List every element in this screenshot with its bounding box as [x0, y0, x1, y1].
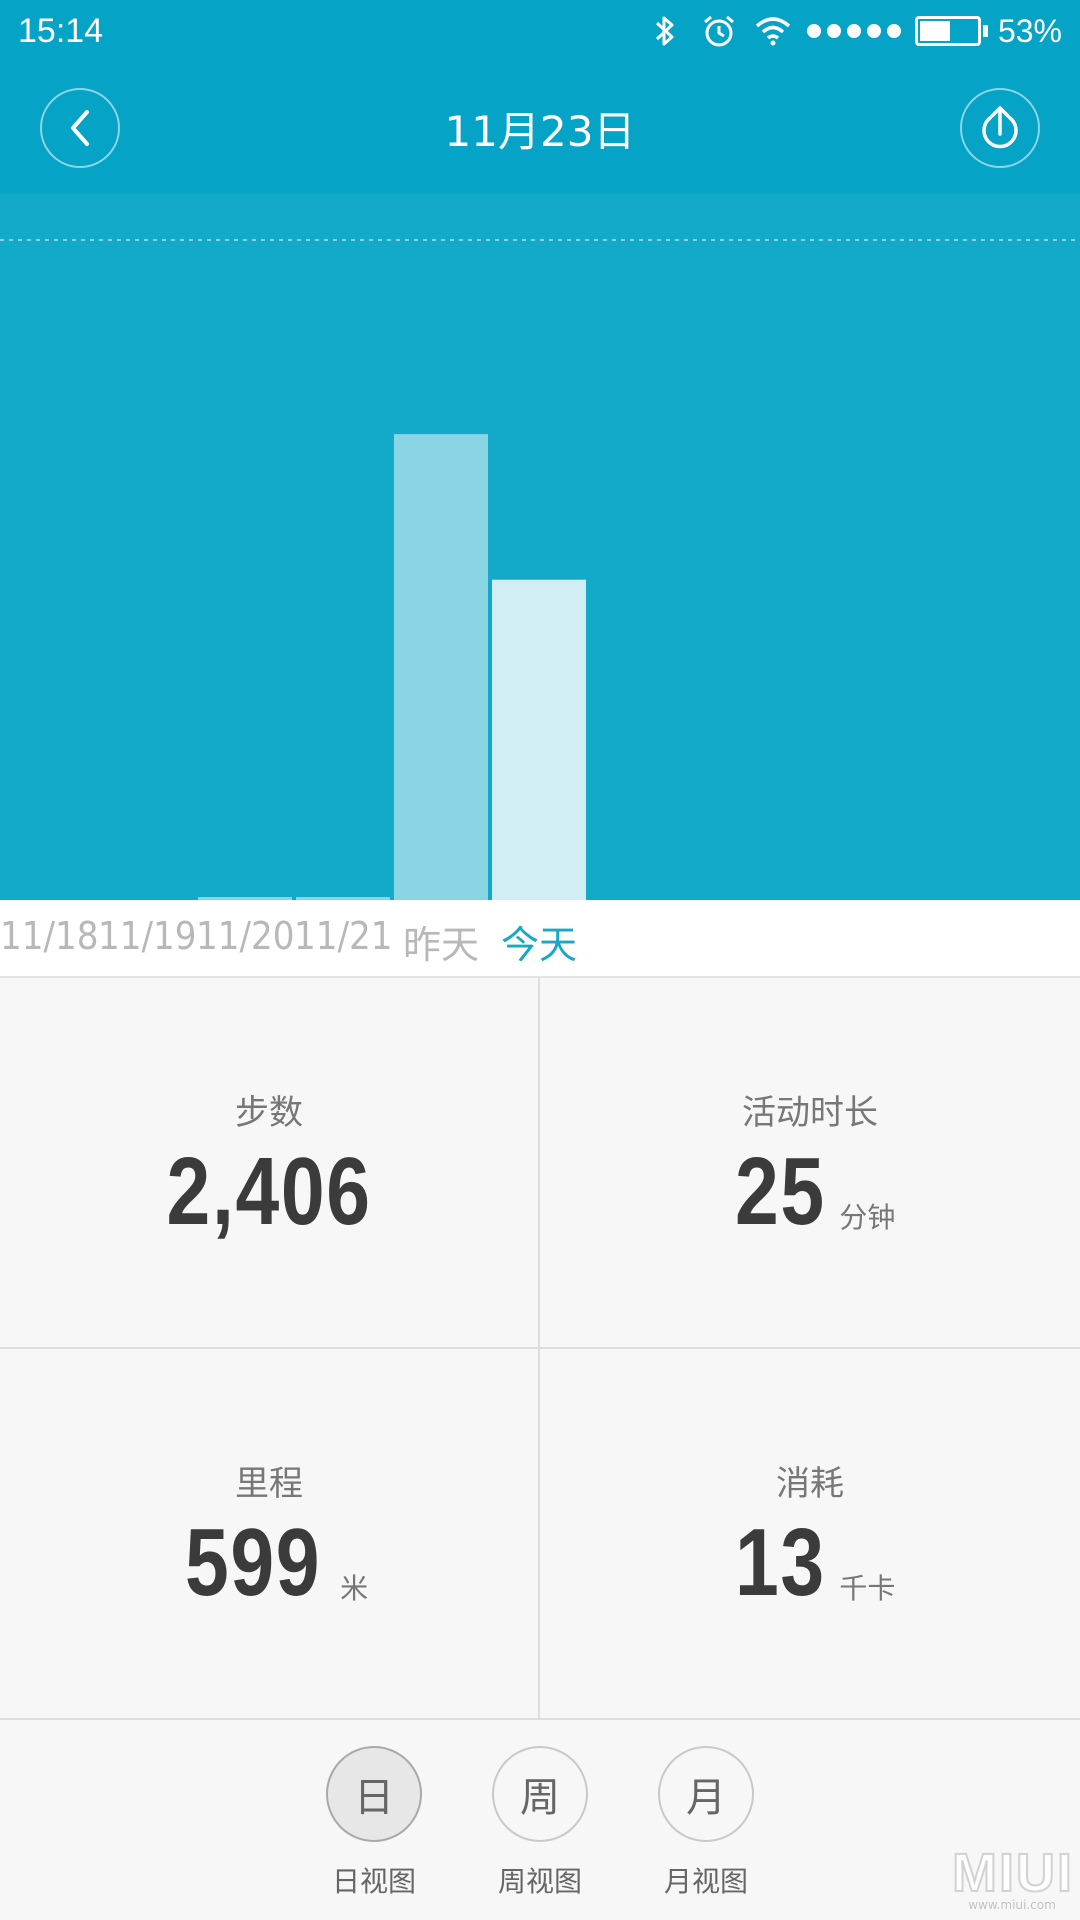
status-time: 15:14: [18, 11, 104, 50]
month-view-caption: 月视图: [663, 1865, 748, 1898]
stats-grid: 步数 2,406 活动时长 25 分钟 里程 599 米 消耗 13 千卡: [0, 978, 1080, 1720]
active-time-label: 活动时长: [742, 1093, 878, 1133]
chart-bar-4[interactable]: [394, 434, 488, 900]
steps-value: 2,406: [166, 1138, 372, 1245]
day-view-tab[interactable]: 日 日视图: [304, 1746, 444, 1900]
week-view-caption: 周视图: [497, 1865, 582, 1898]
date-label-4[interactable]: 昨天: [392, 914, 490, 969]
active-time-unit: 分钟: [839, 1201, 896, 1234]
week-view-button[interactable]: 周: [492, 1746, 588, 1842]
steps-label: 步数: [235, 1093, 303, 1133]
day-view-caption: 日视图: [331, 1865, 416, 1898]
date-label-1[interactable]: 11/19: [98, 914, 197, 958]
status-icons: 53%: [645, 11, 1062, 51]
watermark-logo: MIUI: [951, 1842, 1074, 1904]
calories-unit: 千卡: [839, 1572, 896, 1605]
date-label-5[interactable]: 今天: [490, 914, 588, 969]
date-label-3[interactable]: 11/21: [294, 914, 393, 958]
calories-cell: 消耗 13 千卡: [540, 1349, 1080, 1720]
signal-dots-icon: [806, 24, 901, 38]
status-bar: 15:14 53%: [0, 0, 1080, 62]
date-axis: 11/18 11/19 11/20 11/21 昨天 今天: [0, 900, 1080, 978]
steps-cell: 步数 2,406: [0, 978, 540, 1349]
battery-fill: [919, 21, 950, 41]
steps-bar-chart: [0, 239, 1080, 900]
chart-bar-5[interactable]: [492, 579, 586, 900]
battery-cap: [982, 25, 988, 37]
day-view-button[interactable]: 日: [326, 1746, 422, 1842]
date-label-0[interactable]: 11/18: [0, 914, 99, 958]
month-view-tab[interactable]: 月 月视图: [636, 1746, 776, 1900]
date-label-2[interactable]: 11/20: [196, 914, 295, 958]
miui-watermark: MIUI www.miui.com: [951, 1842, 1074, 1912]
distance-label: 里程: [235, 1464, 303, 1504]
view-switch-bar: 日 日视图 周 周视图 月 月视图 MIUI www.miui.com: [0, 1720, 1080, 1920]
active-time-cell: 活动时长 25 分钟: [540, 978, 1080, 1349]
battery-icon: [914, 16, 981, 46]
upload-icon: [982, 106, 1018, 149]
bluetooth-icon: [645, 11, 685, 51]
wifi-icon: [753, 11, 793, 51]
steps-chart[interactable]: [0, 194, 1080, 900]
watermark-url: www.miui.com: [968, 1898, 1056, 1912]
active-time-value: 25: [734, 1138, 826, 1245]
week-view-tab[interactable]: 周 周视图: [470, 1746, 610, 1900]
page-title: 11月23日: [444, 107, 636, 156]
distance-cell: 里程 599 米: [0, 1349, 540, 1720]
calories-label: 消耗: [776, 1464, 844, 1504]
calories-value: 13: [734, 1509, 826, 1616]
month-view-button[interactable]: 月: [658, 1746, 754, 1842]
alarm-icon: [699, 11, 739, 51]
app-header: 11月23日: [0, 62, 1080, 194]
distance-value: 599: [184, 1509, 322, 1616]
battery-percent: 53%: [997, 12, 1062, 49]
battery-indicator: 53%: [914, 12, 1062, 50]
share-button[interactable]: [960, 88, 1040, 168]
distance-unit: 米: [340, 1572, 369, 1605]
